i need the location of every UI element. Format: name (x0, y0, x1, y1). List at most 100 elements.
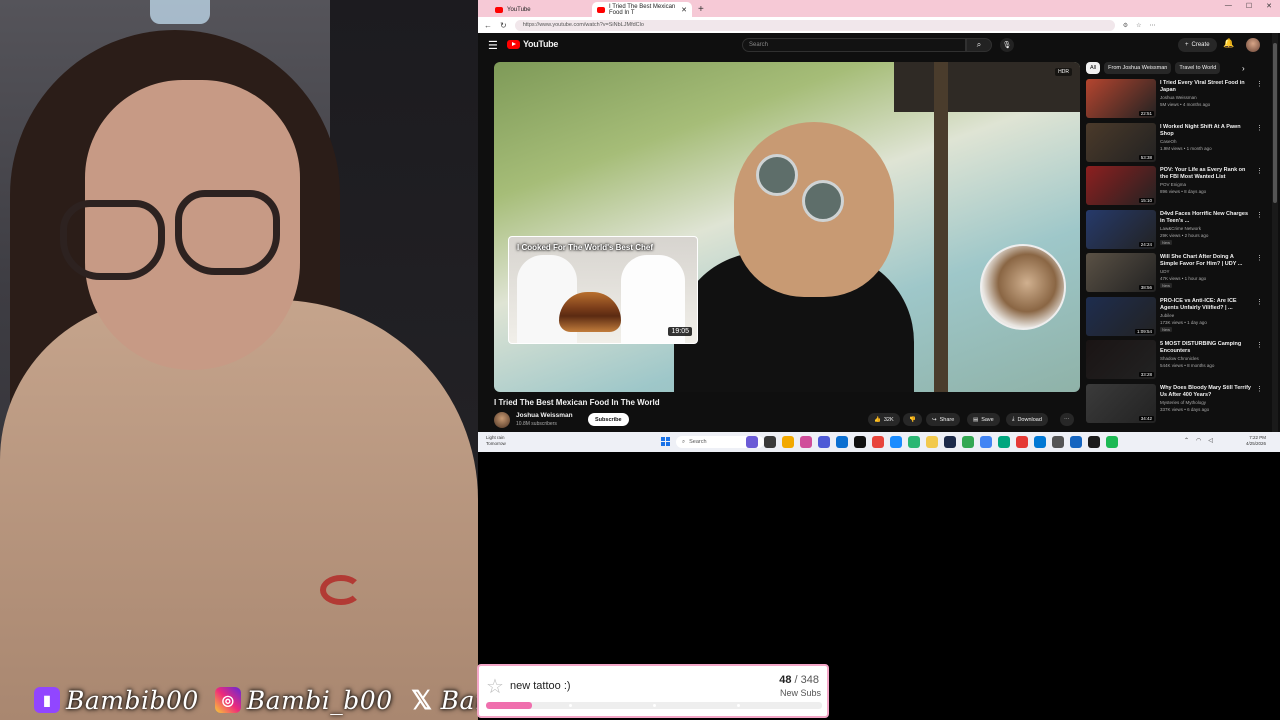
download-button[interactable]: ⤓ Download (1006, 413, 1048, 426)
voice-search-button[interactable]: 🎙 (1000, 38, 1014, 52)
pinned-app-icon[interactable] (980, 436, 992, 448)
share-button[interactable]: ↪ Share (926, 413, 961, 426)
endscreen-video-card[interactable]: I Cooked For The World's Best Chef 19:05 (508, 236, 698, 344)
tab-youtube[interactable]: YouTube (490, 2, 590, 17)
kebab-menu-icon[interactable]: ⋮ (1256, 254, 1263, 262)
pinned-app-icon[interactable] (818, 436, 830, 448)
pinned-app-icon[interactable] (944, 436, 956, 448)
scrollbar-thumb[interactable] (1273, 43, 1277, 203)
pinned-app-icon[interactable] (1070, 436, 1082, 448)
kebab-menu-icon[interactable]: ⋮ (1256, 341, 1263, 349)
search-input[interactable]: Search (742, 38, 966, 52)
chevron-right-icon[interactable]: › (1242, 64, 1245, 73)
subscribe-button[interactable]: Subscribe (588, 413, 629, 426)
pinned-app-icon[interactable] (890, 436, 902, 448)
minimize-icon[interactable]: — (1225, 2, 1232, 10)
volume-icon[interactable]: ◁ (1208, 437, 1213, 444)
recommendation-item[interactable]: 53:38 I Worked Night Shift At A Pawn Shop… (1086, 122, 1270, 167)
like-button[interactable]: 👍 32K (868, 413, 900, 426)
recommendation-title[interactable]: I Worked Night Shift At A Pawn Shop (1160, 124, 1252, 138)
recommendation-thumbnail[interactable]: 34:42 (1086, 383, 1156, 423)
recommendation-thumbnail[interactable]: 33:28 (1086, 340, 1156, 379)
pinned-app-icon[interactable] (998, 436, 1010, 448)
recommendation-title[interactable]: POV: Your Life as Every Rank on the FBI … (1160, 167, 1252, 181)
recommendation-title[interactable]: 5 MOST DISTURBING Camping Encounters (1160, 341, 1252, 355)
recommendation-title[interactable]: Will She Chart After Doing A Simple Favo… (1160, 254, 1252, 268)
kebab-menu-icon[interactable]: ⋮ (1256, 167, 1263, 175)
recommendation-title[interactable]: I Tried Every Viral Street Food in Japan (1160, 80, 1252, 94)
chevron-up-icon[interactable]: ⌃ (1184, 437, 1189, 444)
recommendation-channel[interactable]: Joshua Weissman (1160, 95, 1197, 100)
recommendation-thumbnail[interactable]: 38:56 (1086, 253, 1156, 292)
pinned-app-icon[interactable] (908, 436, 920, 448)
recommendation-title[interactable]: D4vd Faces Horrific New Charges in Teen'… (1160, 211, 1252, 225)
recommendation-item[interactable]: 34:42 Why Does Bloody Mary Still Terrify … (1086, 383, 1270, 428)
account-avatar[interactable] (1246, 38, 1260, 52)
pinned-app-icon[interactable] (836, 436, 848, 448)
browser-menu-icon[interactable]: ⋯ (1149, 22, 1155, 29)
recommendation-channel[interactable]: POV Enigma (1160, 182, 1186, 187)
close-window-icon[interactable]: ✕ (1266, 2, 1272, 10)
weather-widget[interactable]: Light rain Tomorrow (486, 435, 506, 447)
create-button[interactable]: + Create (1178, 38, 1217, 52)
back-icon[interactable]: ← (484, 21, 492, 30)
maximize-icon[interactable]: ☐ (1246, 2, 1252, 10)
recommendation-item[interactable]: 22:51 I Tried Every Viral Street Food in … (1086, 79, 1270, 123)
pinned-app-icon[interactable] (1052, 436, 1064, 448)
video-player[interactable]: HDR I Cooked For The World's Best Chef 1… (494, 62, 1080, 392)
pinned-app-icon[interactable] (746, 436, 758, 448)
page-scrollbar[interactable] (1272, 33, 1278, 432)
recommendation-thumbnail[interactable]: 53:38 (1086, 122, 1156, 162)
save-button[interactable]: ▤ Save (967, 413, 1000, 426)
favorites-icon[interactable]: ☆ (1136, 22, 1141, 29)
url-field[interactable]: https://www.youtube.com/watch?v=SiNbLJMf… (514, 19, 1115, 31)
chip-all[interactable]: All (1086, 62, 1101, 74)
chip-travel[interactable]: Travel to World (1175, 62, 1221, 74)
endscreen-channel-avatar[interactable] (980, 244, 1066, 330)
pinned-app-icon[interactable] (1034, 436, 1046, 448)
recommendation-channel[interactable]: Shadow Chronicles (1160, 356, 1199, 361)
kebab-menu-icon[interactable]: ⋮ (1256, 211, 1263, 219)
kebab-menu-icon[interactable]: ⋮ (1256, 385, 1263, 393)
extensions-icon[interactable]: ⚙ (1123, 22, 1128, 29)
pinned-app-icon[interactable] (1088, 436, 1100, 448)
reload-icon[interactable]: ↻ (500, 21, 507, 30)
wifi-icon[interactable]: ◠ (1196, 437, 1201, 444)
recommendation-thumbnail[interactable]: 1:09:54 (1086, 296, 1156, 336)
recommendation-thumbnail[interactable]: 22:51 (1086, 79, 1156, 118)
pinned-app-icon[interactable] (854, 436, 866, 448)
new-tab-button[interactable]: + (698, 4, 704, 15)
tab-current-video[interactable]: I Tried The Best Mexican Food In T ✕ (592, 2, 692, 17)
close-tab-icon[interactable]: ✕ (681, 6, 687, 14)
recommendation-thumbnail[interactable]: 24:24 (1086, 209, 1156, 249)
recommendation-channel[interactable]: Law&Crime Network (1160, 226, 1201, 231)
recommendation-item[interactable]: 24:24 D4vd Faces Horrific New Charges in … (1086, 209, 1270, 254)
pinned-app-icon[interactable] (1016, 436, 1028, 448)
chip-from-channel[interactable]: From Joshua Weissman (1104, 62, 1172, 74)
pinned-app-icon[interactable] (962, 436, 974, 448)
recommendation-item[interactable]: 1:09:54 PRO-ICE vs Anti-ICE: Are ICE Agen… (1086, 296, 1270, 341)
windows-start-icon[interactable] (661, 437, 670, 446)
recommendation-item[interactable]: 38:56 Will She Chart After Doing A Simple… (1086, 253, 1270, 297)
youtube-logo[interactable]: YouTube (507, 39, 558, 49)
search-button[interactable]: ⌕ (966, 38, 992, 52)
channel-name[interactable]: Joshua Weissman (516, 412, 573, 419)
channel-avatar[interactable] (494, 412, 510, 428)
recommendation-channel[interactable]: Jubilee (1160, 313, 1174, 318)
kebab-menu-icon[interactable]: ⋮ (1256, 298, 1263, 306)
taskbar-clock[interactable]: 7:22 PM 4/25/2026 (1246, 435, 1266, 447)
hamburger-menu-icon[interactable]: ☰ (488, 39, 498, 52)
recommendation-item[interactable]: 33:28 5 MOST DISTURBING Camping Encounter… (1086, 340, 1270, 384)
recommendation-channel[interactable]: UDY (1160, 269, 1170, 274)
recommendation-item[interactable]: 15:10 POV: Your Life as Every Rank on the… (1086, 166, 1270, 210)
recommendation-thumbnail[interactable]: 15:10 (1086, 166, 1156, 205)
pinned-app-icon[interactable] (872, 436, 884, 448)
notifications-bell-icon[interactable]: 🔔 (1223, 38, 1234, 49)
recommendation-channel[interactable]: Mysteries of Mythology (1160, 400, 1206, 405)
kebab-menu-icon[interactable]: ⋮ (1256, 124, 1263, 132)
more-actions-button[interactable]: ⋯ (1060, 413, 1074, 426)
pinned-app-icon[interactable] (1106, 436, 1118, 448)
pinned-app-icon[interactable] (926, 436, 938, 448)
pinned-app-icon[interactable] (782, 436, 794, 448)
recommendation-title[interactable]: Why Does Bloody Mary Still Terrify Us Af… (1160, 385, 1252, 399)
